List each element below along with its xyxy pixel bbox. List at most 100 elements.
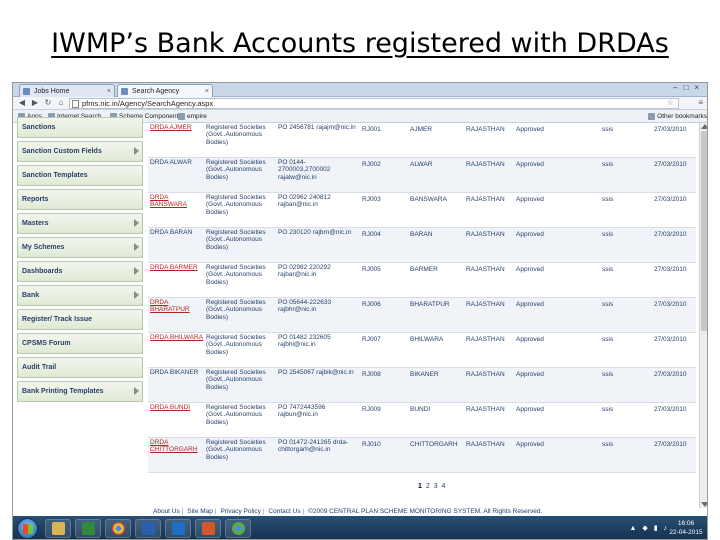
sidebar-item-cpsms-forum[interactable]: CPSMS Forum <box>17 333 143 354</box>
slide: IWMP’s Bank Accounts registered with DRD… <box>0 0 720 540</box>
agency-name[interactable]: DRDA AJMER <box>150 124 204 131</box>
agency-name[interactable]: DRDA BHILWARA <box>150 334 204 341</box>
chevron-right-icon[interactable] <box>134 267 139 275</box>
agency-contact: PO 2545067 rajbik@nic.in <box>278 369 354 376</box>
system-tray[interactable]: ▲ ◆ ▮ ♪ <box>630 524 670 532</box>
back-icon[interactable]: ◀ <box>17 98 27 108</box>
chevron-right-icon[interactable] <box>134 387 139 395</box>
agency-name[interactable]: DRDA BUNDI <box>150 404 204 411</box>
menu-icon[interactable]: ≡ <box>698 98 703 107</box>
agency-name[interactable]: DRDA CHITTORGARH <box>150 439 204 454</box>
pager-pages[interactable]: 2 3 4 <box>426 483 447 490</box>
agency-code: RJ003 <box>362 196 381 203</box>
agency-code: RJ001 <box>362 126 381 133</box>
chrome-window-taskbar-icon[interactable] <box>225 519 251 538</box>
bookmark-star-icon[interactable]: ☆ <box>667 98 674 108</box>
taskbar-clock[interactable]: 16:06 22-04-2015 <box>669 519 703 537</box>
agency-district: BIKANER <box>410 371 439 378</box>
agency-state: RAJASTHAN <box>466 336 505 343</box>
reload-icon[interactable]: ↻ <box>43 98 53 108</box>
agency-state: RAJASTHAN <box>466 196 505 203</box>
address-bar[interactable]: pfms.nic.in/Agency/SearchAgency.aspx ☆ <box>69 98 679 109</box>
sidebar-item-label: Sanction Custom Fields <box>22 148 102 155</box>
table-row: DRDA BUNDI Registered Societies (Govt..Au… <box>148 403 696 438</box>
word-icon <box>142 522 155 535</box>
sidebar-item-dashboards[interactable]: Dashboards <box>17 261 143 282</box>
chevron-right-icon[interactable] <box>134 147 139 155</box>
forward-icon[interactable]: ▶ <box>30 98 40 108</box>
footer-link-sitemap[interactable]: Site Map <box>187 508 213 515</box>
sidebar-item-sanction-custom-fields[interactable]: Sanction Custom Fields <box>17 141 143 162</box>
agency-state: RAJASTHAN <box>466 441 505 448</box>
home-icon[interactable]: ⌂ <box>56 98 66 108</box>
outlook-icon <box>172 522 185 535</box>
agency-contact: PO 02962 240812 rajban@nic.in <box>278 194 331 209</box>
tab-favicon-icon <box>121 88 128 95</box>
tab-strip: Jobs Home × Search Agency × –□× <box>13 83 707 97</box>
sidebar-item-label: CPSMS Forum <box>22 340 71 347</box>
sidebar-item-bank[interactable]: Bank <box>17 285 143 306</box>
chevron-right-icon[interactable] <box>134 291 139 299</box>
sidebar-item-masters[interactable]: Masters <box>17 213 143 234</box>
table-row: DRDA BANSWARA Registered Societies (Govt.… <box>148 193 696 228</box>
outlook-taskbar-icon[interactable] <box>165 519 191 538</box>
agency-status: Approved <box>516 406 544 413</box>
agency-scheme: ssis <box>602 231 614 238</box>
word-taskbar-icon[interactable] <box>135 519 161 538</box>
agency-district: BANSWARA <box>410 196 447 203</box>
sidebar-item-label: Sanctions <box>22 124 56 131</box>
bookmark-label: empire <box>187 113 207 120</box>
agency-code: RJ008 <box>362 371 381 378</box>
agency-contact: PO 230120 rajbrn@nic.in <box>278 229 352 236</box>
tab-search-agency[interactable]: Search Agency × <box>117 84 213 97</box>
agency-state: RAJASTHAN <box>466 126 505 133</box>
agency-status: Approved <box>516 231 544 238</box>
agency-code: RJ009 <box>362 406 381 413</box>
sidebar-item-label: Bank Printing Templates <box>22 388 104 395</box>
agency-code: RJ002 <box>362 161 381 168</box>
chrome-taskbar-icon[interactable] <box>105 519 131 538</box>
other-bookmarks[interactable]: Other bookmarks <box>647 110 707 123</box>
agency-name[interactable]: DRDA BHARATPUR <box>150 299 204 314</box>
scroll-thumb[interactable] <box>701 131 707 331</box>
sidebar-item-sanctions[interactable]: Sanctions <box>17 117 143 138</box>
scroll-down-icon[interactable] <box>701 502 707 507</box>
sidebar-item-bank-printing-templates[interactable]: Bank Printing Templates <box>17 381 143 402</box>
sidebar-item-audit-trail[interactable]: Audit Trail <box>17 357 143 378</box>
agency-name[interactable]: DRDA BANSWARA <box>150 194 204 209</box>
vertical-scrollbar[interactable] <box>699 123 707 508</box>
scroll-up-icon[interactable] <box>701 124 707 129</box>
agency-name[interactable]: DRDA BARMER <box>150 264 204 271</box>
sidebar-item-label: Masters <box>22 220 49 227</box>
footer-link-about[interactable]: About Us <box>153 508 180 515</box>
sidebar-item-sanction-templates[interactable]: Sanction Templates <box>17 165 143 186</box>
sidebar-item-register-track-issue[interactable]: Register/ Track Issue <box>17 309 143 330</box>
agency-state: RAJASTHAN <box>466 301 505 308</box>
sidebar-item-reports[interactable]: Reports <box>17 189 143 210</box>
chrome-icon <box>232 522 245 535</box>
chevron-right-icon[interactable] <box>134 219 139 227</box>
agency-code: RJ010 <box>362 441 381 448</box>
agency-type: Registered Societies (Govt..Autonomous B… <box>206 334 266 356</box>
chevron-right-icon[interactable] <box>134 243 139 251</box>
windows-logo-icon <box>23 524 33 534</box>
agency-table: DRDA AJMER Registered Societies (Govt..Au… <box>148 123 696 508</box>
bookmark-empire[interactable]: empire <box>177 110 207 123</box>
tab-jobs-home[interactable]: Jobs Home × <box>19 84 115 97</box>
powerpoint-taskbar-icon[interactable] <box>195 519 221 538</box>
footer-link-contact[interactable]: Contact Us <box>268 508 300 515</box>
explorer-taskbar-icon[interactable] <box>45 519 71 538</box>
window-controls[interactable]: –□× <box>673 83 705 92</box>
agency-district: BARAN <box>410 231 433 238</box>
start-button[interactable] <box>17 518 38 539</box>
excel-taskbar-icon[interactable] <box>75 519 101 538</box>
chrome-icon <box>112 522 125 535</box>
table-row: DRDA BHILWARA Registered Societies (Govt.… <box>148 333 696 368</box>
footer-link-privacy[interactable]: Privacy Policy <box>220 508 260 515</box>
sidebar-item-my-schemes[interactable]: My Schemes <box>17 237 143 258</box>
clock-date: 22-04-2015 <box>669 529 703 536</box>
agency-name: DRDA BIKANER <box>150 369 199 376</box>
agency-scheme: ssis <box>602 371 614 378</box>
bookmark-label: Other bookmarks <box>657 113 707 120</box>
bookmark-icon <box>178 113 185 120</box>
